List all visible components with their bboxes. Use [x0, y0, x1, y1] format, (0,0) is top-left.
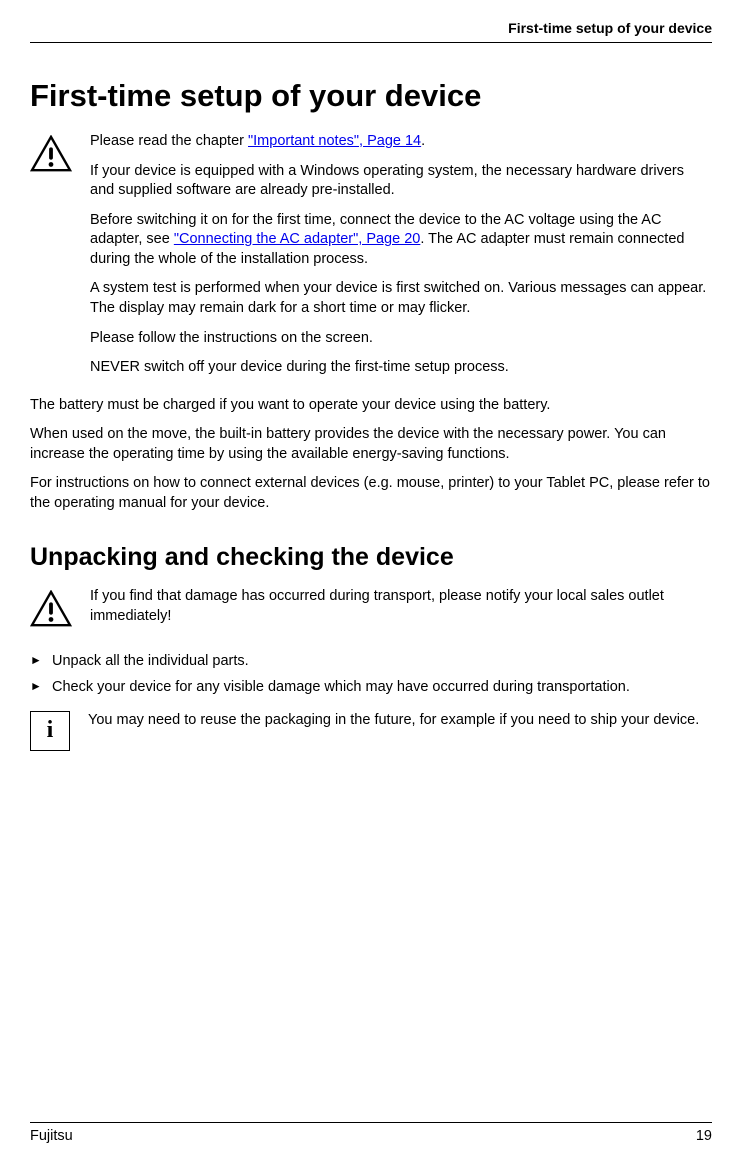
- info-block: i You may need to reuse the packaging in…: [30, 711, 712, 751]
- paragraph: Before switching it on for the first tim…: [90, 211, 712, 270]
- step-item: Check your device for any visible damage…: [30, 677, 712, 699]
- warning-triangle-icon: [30, 135, 72, 178]
- warning-content-2: If you find that damage has occurred dur…: [90, 587, 712, 626]
- running-title: First-time setup of your device: [508, 20, 712, 36]
- step-item: Unpack all the individual parts.: [30, 651, 712, 673]
- warning-content-1: Please read the chapter "Important notes…: [90, 132, 712, 378]
- info-icon: i: [30, 711, 70, 751]
- footer-brand: Fujitsu: [30, 1128, 73, 1144]
- warning-block-1: Please read the chapter "Important notes…: [30, 132, 712, 378]
- paragraph: Please follow the instructions on the sc…: [90, 329, 712, 349]
- paragraph: When used on the move, the built-in batt…: [30, 425, 712, 464]
- paragraph: You may need to reuse the packaging in t…: [88, 711, 699, 731]
- info-content: You may need to reuse the packaging in t…: [88, 711, 699, 731]
- section-title: Unpacking and checking the device: [30, 543, 712, 572]
- paragraph: For instructions on how to connect exter…: [30, 474, 712, 513]
- paragraph: The battery must be charged if you want …: [30, 396, 712, 416]
- page-footer: Fujitsu 19: [30, 1122, 712, 1144]
- paragraph: A system test is performed when your dev…: [90, 279, 712, 318]
- paragraph: If your device is equipped with a Window…: [90, 162, 712, 201]
- paragraph: NEVER switch off your device during the …: [90, 358, 712, 378]
- step-list: Unpack all the individual parts. Check y…: [30, 651, 712, 699]
- link-important-notes[interactable]: "Important notes", Page 14: [248, 133, 421, 149]
- page-title: First-time setup of your device: [30, 78, 712, 114]
- link-ac-adapter[interactable]: "Connecting the AC adapter", Page 20: [174, 231, 421, 247]
- warning-triangle-icon: [30, 590, 72, 633]
- warning-block-2: If you find that damage has occurred dur…: [30, 587, 712, 633]
- page-header: First-time setup of your device: [30, 20, 712, 43]
- paragraph: If you find that damage has occurred dur…: [90, 587, 712, 626]
- page-number: 19: [696, 1128, 712, 1144]
- paragraph: Please read the chapter "Important notes…: [90, 132, 712, 152]
